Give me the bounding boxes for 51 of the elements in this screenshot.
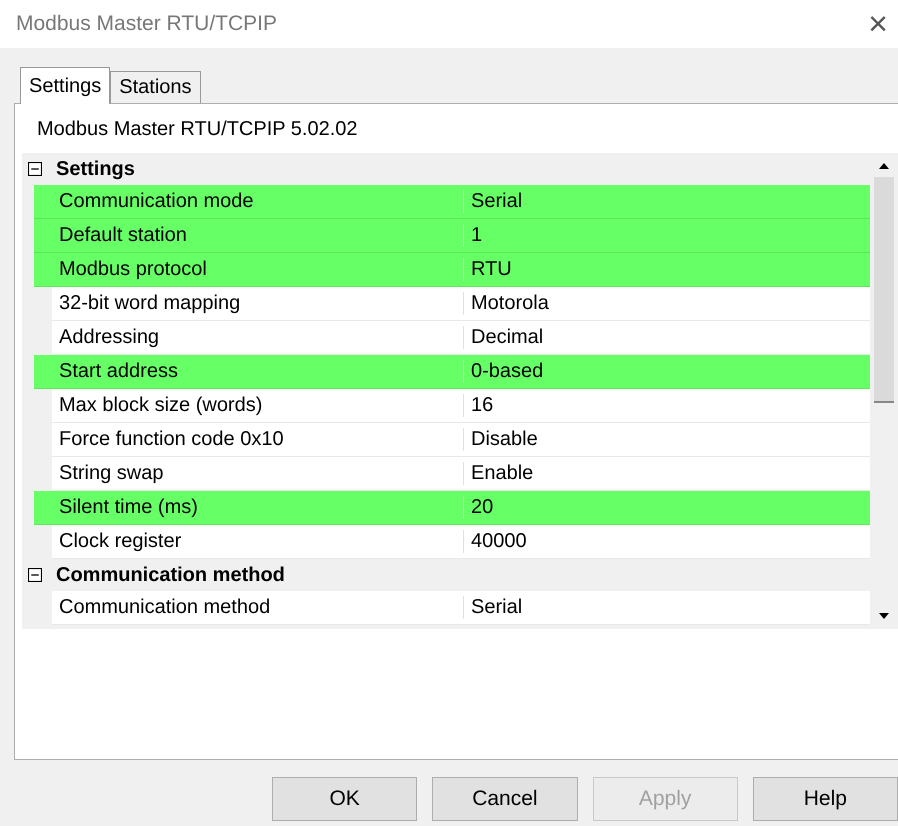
property-value: Decimal xyxy=(470,326,544,349)
property-row[interactable]: Force function code 0x10 Disable xyxy=(52,423,870,457)
property-row[interactable]: Silent time (ms) 20 xyxy=(34,491,870,525)
property-name: Default station xyxy=(52,224,464,247)
property-value: 16 xyxy=(470,394,494,417)
collapse-icon[interactable] xyxy=(28,162,42,176)
property-value: RTU xyxy=(470,258,512,281)
property-value: 20 xyxy=(470,496,494,519)
scroll-thumb[interactable] xyxy=(874,177,894,403)
property-row[interactable]: Modbus protocol RTU xyxy=(34,253,870,287)
property-row[interactable]: Max block size (words) 16 xyxy=(52,389,870,423)
property-name: Max block size (words) xyxy=(52,394,464,417)
property-row[interactable]: String swap Enable xyxy=(52,457,870,491)
property-name: Silent time (ms) xyxy=(52,496,464,519)
collapse-icon[interactable] xyxy=(28,568,42,582)
tab[interactable]: Stations xyxy=(110,71,201,103)
property-row[interactable]: Clock register 40000 xyxy=(52,525,870,559)
property-value: Disable xyxy=(470,428,538,451)
property-name: Communication method xyxy=(52,596,464,619)
version-label: Modbus Master RTU/TCPIP 5.02.02 xyxy=(36,117,359,142)
property-row[interactable]: 32-bit word mapping Motorola xyxy=(52,287,870,321)
property-name: String swap xyxy=(52,462,464,485)
scroll-up-icon[interactable] xyxy=(879,163,889,169)
dialog-button[interactable]: Help xyxy=(752,777,898,821)
property-value: 0-based xyxy=(470,360,544,383)
property-row[interactable]: Default station 1 xyxy=(34,219,870,253)
category-label: Communication method xyxy=(56,564,285,586)
property-value: Serial xyxy=(470,190,522,213)
category-label: Settings xyxy=(56,158,135,180)
property-row[interactable]: Communication mode Serial xyxy=(34,185,870,219)
property-name: Clock register xyxy=(52,530,464,553)
property-value: 40000 xyxy=(470,530,527,553)
property-row[interactable]: Start address 0-based xyxy=(34,355,870,389)
close-button[interactable]: × xyxy=(858,4,898,44)
property-value: Enable xyxy=(470,462,534,485)
property-value: 1 xyxy=(470,224,482,247)
property-name: Modbus protocol xyxy=(52,258,464,281)
property-name: 32-bit word mapping xyxy=(52,292,464,315)
window-title: Modbus Master RTU/TCPIP xyxy=(16,12,278,36)
tab[interactable]: Settings xyxy=(20,67,110,104)
property-value: Motorola xyxy=(470,292,549,315)
property-value: Serial xyxy=(470,596,522,619)
property-row[interactable]: Addressing Decimal xyxy=(52,321,870,355)
property-row[interactable]: Communication method Serial xyxy=(52,591,870,625)
property-name: Addressing xyxy=(52,326,464,349)
property-name: Communication mode xyxy=(52,190,464,213)
dialog-button[interactable]: Cancel xyxy=(432,777,578,821)
property-name: Force function code 0x10 xyxy=(52,428,464,451)
property-name: Start address xyxy=(52,360,464,383)
scroll-down-icon[interactable] xyxy=(879,613,889,619)
dialog-button[interactable]: OK xyxy=(272,777,418,821)
